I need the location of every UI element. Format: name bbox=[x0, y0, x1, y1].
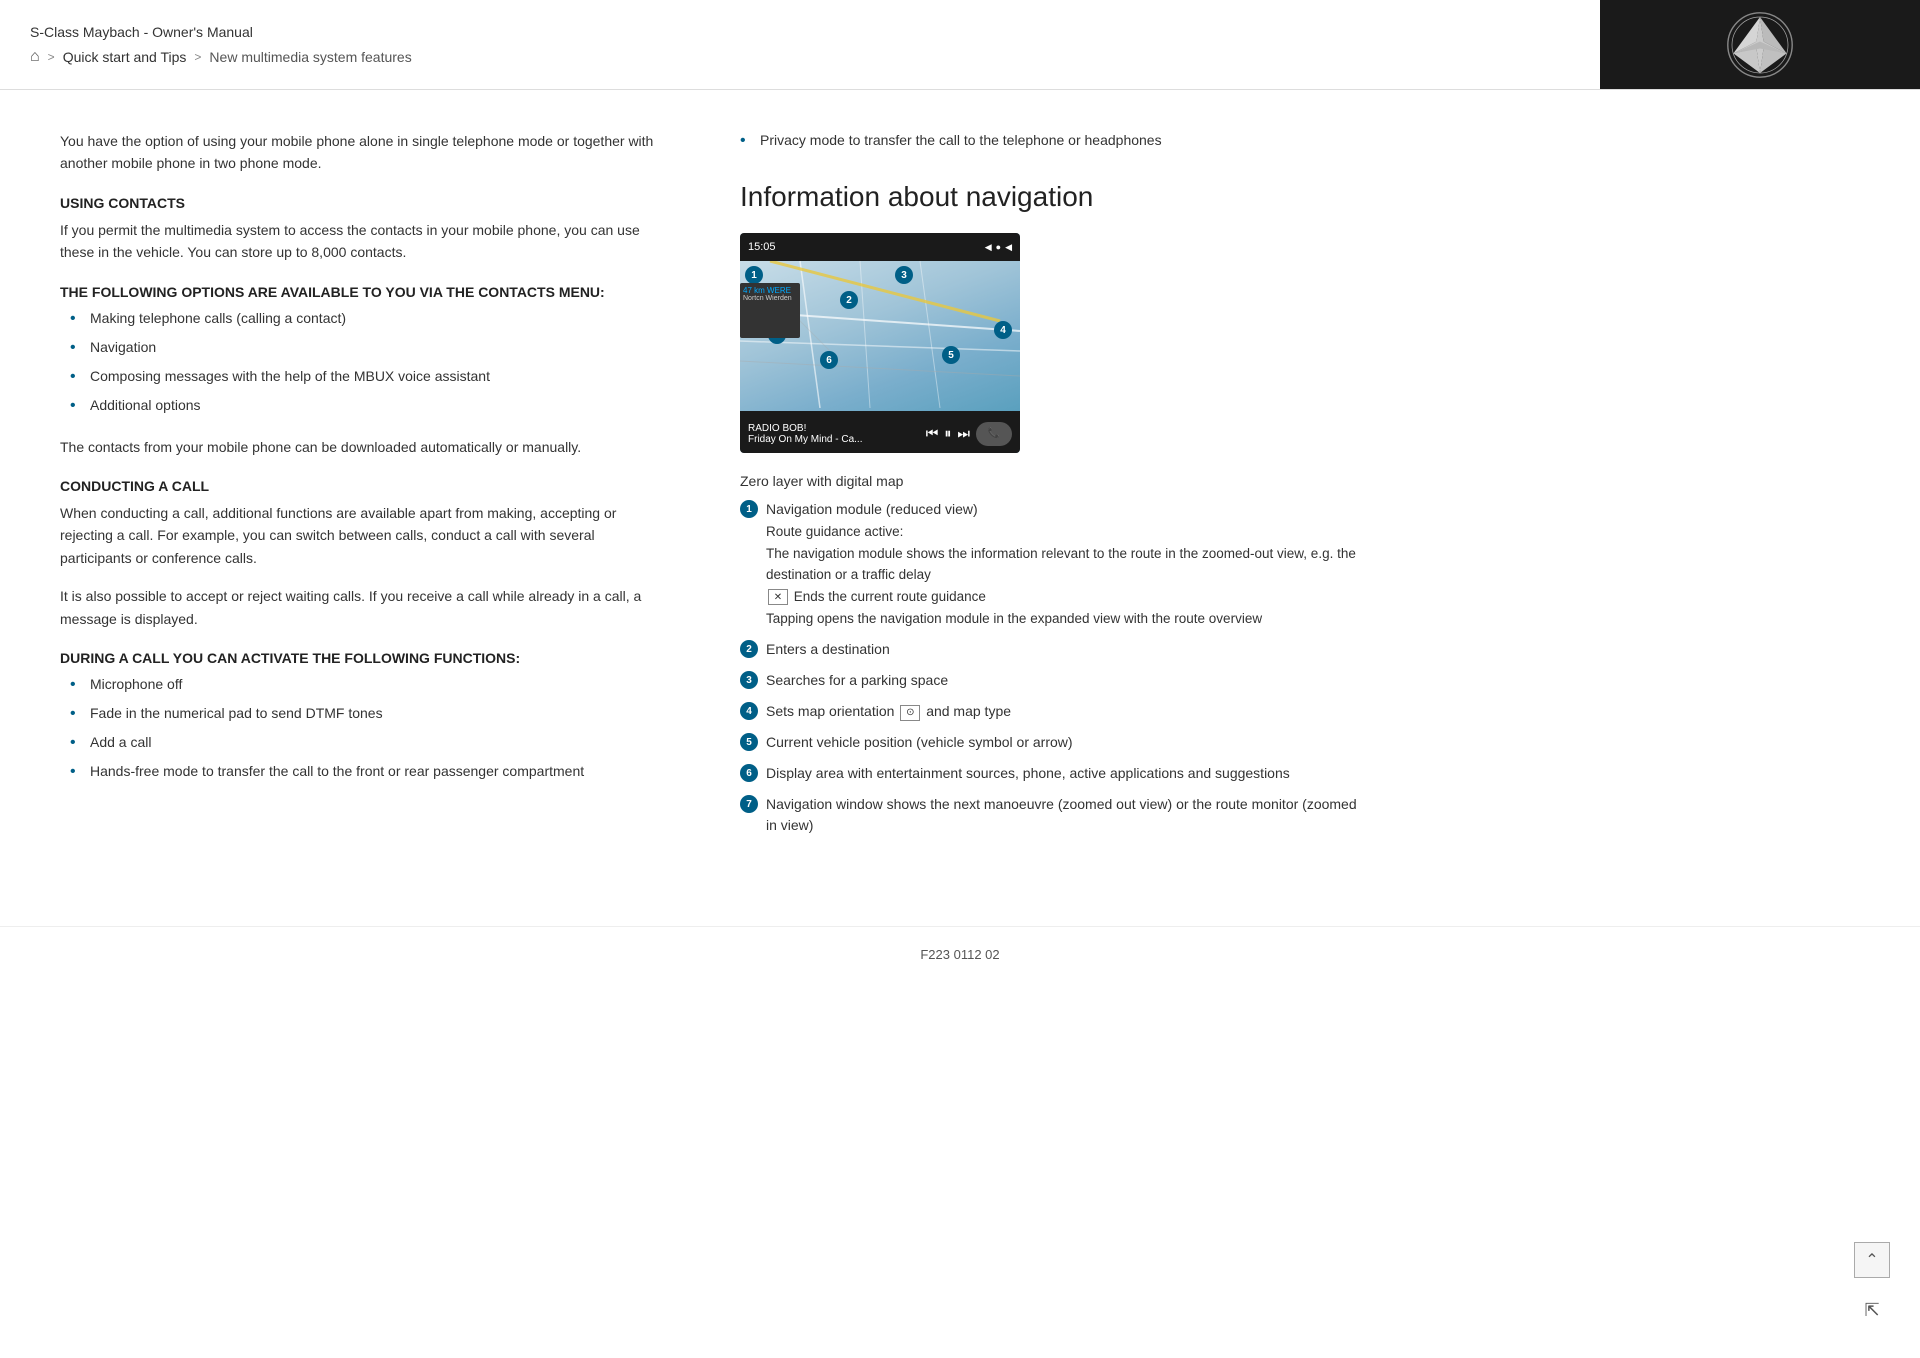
nav-badge-4: 4 bbox=[740, 702, 758, 720]
nav-item-2: 2 Enters a destination bbox=[740, 639, 1360, 660]
map-time: 15:05 bbox=[748, 241, 776, 253]
conducting-call-text2: It is also possible to accept or reject … bbox=[60, 585, 660, 630]
nav-item-2-text: Enters a destination bbox=[766, 639, 1360, 660]
document-title: S-Class Maybach - Owner's Manual bbox=[30, 24, 1570, 40]
breadcrumb-separator-1: > bbox=[48, 50, 55, 64]
compass-icon: ⊙ bbox=[900, 705, 920, 721]
during-call-list: Microphone off Fade in the numerical pad… bbox=[60, 674, 660, 782]
nav-item-6: 6 Display area with entertainment source… bbox=[740, 763, 1360, 784]
nav-item-7: 7 Navigation window shows the next manoe… bbox=[740, 794, 1360, 836]
map-number-6: 6 bbox=[820, 351, 838, 369]
breadcrumb-separator-2: > bbox=[194, 50, 201, 64]
map-top-bar: 15:05 ◀ ● ◀ bbox=[740, 233, 1020, 261]
map-bottom-bar: RADIO BOB! Friday On My Mind - Ca... ⏮ ⏸… bbox=[740, 411, 1020, 453]
nav-item-5-text: Current vehicle position (vehicle symbol… bbox=[766, 732, 1360, 753]
during-call-heading: DURING A CALL YOU CAN ACTIVATE THE FOLLO… bbox=[60, 650, 660, 666]
map-area: 1 2 3 4 5 6 7 47 km WERE Nortcn Wierden bbox=[740, 261, 1020, 411]
logo-area bbox=[1600, 0, 1920, 89]
zero-layer-text: Zero layer with digital map bbox=[740, 473, 1360, 489]
map-number-2: 2 bbox=[840, 291, 858, 309]
nav-badge-7: 7 bbox=[740, 795, 758, 813]
right-column: Privacy mode to transfer the call to the… bbox=[740, 130, 1360, 846]
nav-module-tile: 47 km WERE Nortcn Wierden bbox=[740, 283, 800, 338]
header-content: S-Class Maybach - Owner's Manual ⌂ > Qui… bbox=[0, 0, 1600, 89]
map-number-1: 1 bbox=[745, 266, 763, 284]
home-icon[interactable]: ⌂ bbox=[30, 48, 40, 66]
intro-paragraph: You have the option of using your mobile… bbox=[60, 130, 660, 175]
nav-item-4-text: Sets map orientation ⊙ and map type bbox=[766, 701, 1360, 722]
breadcrumb-current: New multimedia system features bbox=[209, 49, 411, 65]
nav-item-1: 1 Navigation module (reduced view) Route… bbox=[740, 499, 1360, 629]
privacy-bullet-item: Privacy mode to transfer the call to the… bbox=[740, 130, 1360, 151]
list-item: Add a call bbox=[70, 732, 660, 753]
contacts-menu-list: Making telephone calls (calling a contac… bbox=[60, 308, 660, 416]
map-number-4: 4 bbox=[994, 321, 1012, 339]
list-item: Microphone off bbox=[70, 674, 660, 695]
header: S-Class Maybach - Owner's Manual ⌂ > Qui… bbox=[0, 0, 1920, 90]
nav-badge-3: 3 bbox=[740, 671, 758, 689]
contacts-menu-heading: THE FOLLOWING OPTIONS ARE AVAILABLE TO Y… bbox=[60, 284, 660, 300]
route-end-icon: ✕ bbox=[768, 589, 788, 605]
scroll-up-button[interactable]: ⌃ bbox=[1854, 1242, 1890, 1278]
nav-item-4: 4 Sets map orientation ⊙ and map type bbox=[740, 701, 1360, 722]
map-radio-sub: Friday On My Mind - Ca... bbox=[748, 434, 862, 445]
nav-item-1-text: Navigation module (reduced view) Route g… bbox=[766, 499, 1360, 629]
list-item: Additional options bbox=[70, 395, 660, 416]
nav-item-3-text: Searches for a parking space bbox=[766, 670, 1360, 691]
nav-badge-5: 5 bbox=[740, 733, 758, 751]
using-contacts-heading: USING CONTACTS bbox=[60, 195, 660, 211]
list-item: Making telephone calls (calling a contac… bbox=[70, 308, 660, 329]
list-item: Fade in the numerical pad to send DTMF t… bbox=[70, 703, 660, 724]
list-item: Hands-free mode to transfer the call to … bbox=[70, 761, 660, 782]
conducting-call-text1: When conducting a call, additional funct… bbox=[60, 502, 660, 569]
breadcrumb: ⌂ > Quick start and Tips > New multimedi… bbox=[30, 48, 1570, 66]
map-number-5: 5 bbox=[942, 346, 960, 364]
conducting-call-heading: CONDUCTING A CALL bbox=[60, 478, 660, 494]
nav-item-5: 5 Current vehicle position (vehicle symb… bbox=[740, 732, 1360, 753]
list-item: Composing messages with the help of the … bbox=[70, 366, 660, 387]
nav-item-3: 3 Searches for a parking space bbox=[740, 670, 1360, 691]
map-number-3: 3 bbox=[895, 266, 913, 284]
nav-badge-1: 1 bbox=[740, 500, 758, 518]
main-content: You have the option of using your mobile… bbox=[0, 90, 1920, 906]
page-end-icon: ⇱ bbox=[1854, 1292, 1890, 1328]
list-item: Navigation bbox=[70, 337, 660, 358]
expand-icon: ⇱ bbox=[1864, 1300, 1879, 1321]
footer-doc-code: F223 0112 02 bbox=[920, 947, 999, 962]
navigation-heading: Information about navigation bbox=[740, 181, 1360, 213]
nav-item-7-text: Navigation window shows the next manoeuv… bbox=[766, 794, 1360, 836]
chevron-up-icon: ⌃ bbox=[1865, 1250, 1878, 1270]
breadcrumb-link-1[interactable]: Quick start and Tips bbox=[63, 49, 187, 65]
nav-badge-6: 6 bbox=[740, 764, 758, 782]
left-column: You have the option of using your mobile… bbox=[60, 130, 660, 846]
privacy-bullet-section: Privacy mode to transfer the call to the… bbox=[740, 130, 1360, 151]
mercedes-logo bbox=[1725, 10, 1795, 80]
footer: F223 0112 02 bbox=[0, 926, 1920, 982]
map-radio-label: RADIO BOB! bbox=[748, 423, 862, 434]
navigation-map-image: 15:05 ◀ ● ◀ bbox=[740, 233, 1020, 453]
nav-item-6-text: Display area with entertainment sources,… bbox=[766, 763, 1360, 784]
contacts-download-text: The contacts from your mobile phone can … bbox=[60, 436, 660, 458]
using-contacts-text: If you permit the multimedia system to a… bbox=[60, 219, 660, 264]
nav-description-list: 1 Navigation module (reduced view) Route… bbox=[740, 499, 1360, 836]
nav-badge-2: 2 bbox=[740, 640, 758, 658]
